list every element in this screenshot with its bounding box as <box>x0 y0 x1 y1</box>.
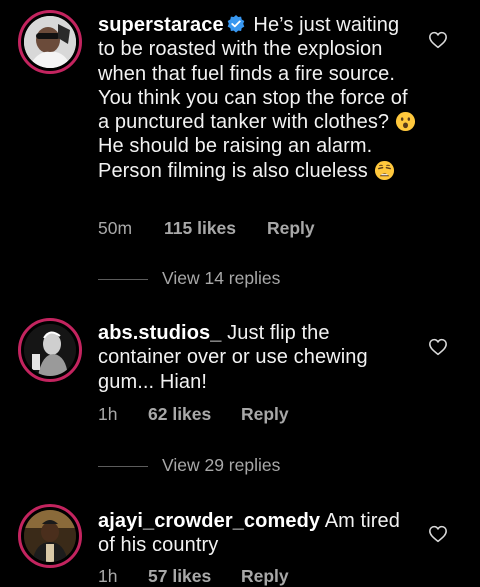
avatar[interactable] <box>18 504 82 568</box>
comment-item: ajayi_crowder_comedy Am tired of his cou… <box>0 0 480 586</box>
comment-text: ajayi_crowder_comedy Am tired of his cou… <box>98 509 416 558</box>
reply-button[interactable]: Reply <box>241 566 289 587</box>
comment-username[interactable]: ajayi_crowder_comedy <box>98 510 320 532</box>
comment-time: 1h <box>98 566 118 586</box>
likes-count[interactable]: 57 likes <box>148 566 211 587</box>
like-heart-icon[interactable] <box>428 525 448 543</box>
